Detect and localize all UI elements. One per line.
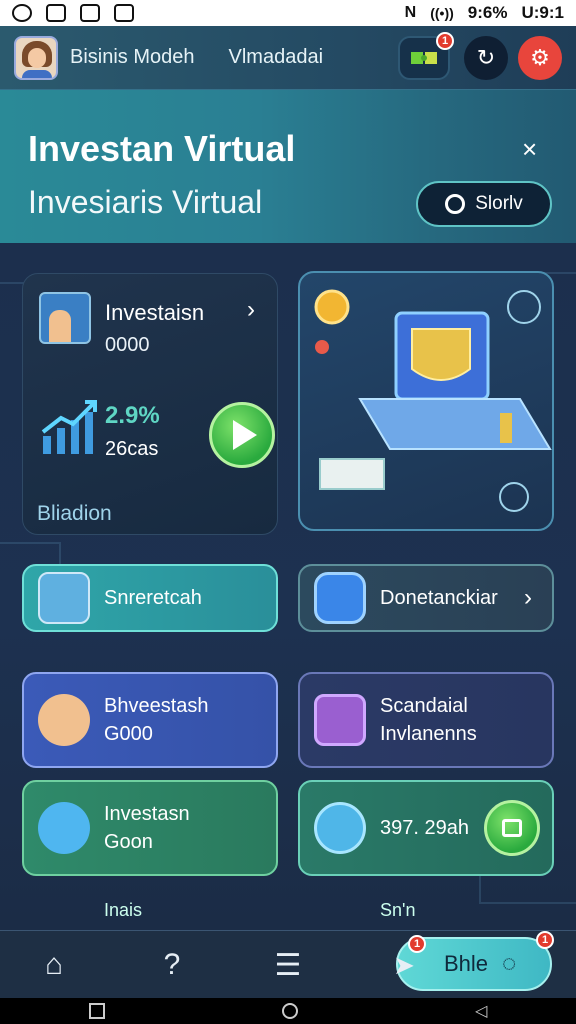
list-item[interactable]: Snreretcah: [22, 564, 278, 632]
list-item[interactable]: 397. 29ah: [298, 780, 554, 876]
sync-icon: [12, 4, 32, 22]
home-circle-icon[interactable]: [281, 1003, 298, 1019]
game-button[interactable]: 1: [398, 32, 454, 80]
play-icon: [233, 420, 257, 450]
book-icon: [38, 572, 90, 624]
row-label: Bhveestash: [104, 695, 209, 717]
home-icon[interactable]: ⌂: [34, 945, 74, 985]
row-label: Scandaial: [380, 695, 468, 717]
row-sublabel: Invlanenns: [380, 723, 477, 745]
header-title: Bisinis Modeh: [70, 46, 195, 68]
growth-chart-icon: [41, 400, 97, 454]
list-item[interactable]: Investasn Goon: [22, 780, 278, 876]
system-nav: ◁: [0, 998, 576, 1024]
chat-icon: ◌: [502, 950, 517, 977]
row-sublabel: G000: [104, 723, 153, 745]
bottom-nav: ⌂ ? ☰ Bhle ◌ 1 ➤ 1: [0, 930, 576, 998]
row-sublabel: Goon: [104, 831, 153, 853]
list-icon[interactable]: ☰: [268, 945, 308, 985]
status-bar: N ((•)) 9:6% U:9:1: [0, 0, 576, 26]
investment-title: Investaisn: [105, 300, 205, 325]
phone-icon: [314, 694, 366, 746]
image-icon: [46, 4, 66, 22]
row-label: Snreretcah: [104, 587, 202, 609]
nfc-icon: N: [404, 4, 417, 21]
globe-icon: [38, 802, 90, 854]
app-header: Bisinis Modeh Vlmadadai 1 ↻ ⚙: [0, 26, 576, 90]
pill-badge: 1: [536, 931, 554, 949]
investment-card[interactable]: Investaisn › 0000 2.9% 26cas Bliadion: [22, 273, 278, 535]
peek-label-left: Inais: [104, 900, 143, 920]
nav-pill-label: Bhle: [444, 951, 489, 976]
row-label: 397. 29ah: [380, 817, 469, 839]
pearl-icon: [314, 802, 366, 854]
investment-percent: 2.9%: [105, 402, 160, 429]
list-item[interactable]: Bhveestash G000: [22, 672, 278, 768]
battery-percent: 9:6%: [467, 3, 508, 22]
investment-value: 0000: [105, 334, 150, 356]
investment-subtext: 26cas: [105, 438, 159, 460]
chevron-right-icon[interactable]: ›: [247, 296, 255, 324]
banner-title: Investan Virtual: [28, 128, 296, 169]
list-item[interactable]: Scandaial Invlanenns: [298, 672, 554, 768]
investor-thumbnail: [39, 292, 91, 344]
settings-button[interactable]: ⚙: [518, 36, 562, 80]
laptop-illustration-card[interactable]: [298, 271, 554, 531]
search-icon: [445, 194, 466, 214]
help-icon[interactable]: ?: [152, 945, 192, 985]
businessman-avatar: [38, 694, 90, 746]
puzzle-icon: [411, 52, 437, 64]
refresh-icon: ↻: [476, 45, 496, 70]
gear-icon: ⚙: [530, 45, 550, 70]
chat-badge: 1: [408, 935, 426, 953]
chevron-right-icon[interactable]: ›: [524, 584, 532, 612]
recent-apps-icon[interactable]: [88, 1003, 105, 1019]
row-label: Investasn: [104, 803, 190, 825]
banner-button-label: Slorlv: [475, 193, 523, 214]
investment-footer: Bliadion: [37, 502, 112, 525]
flashlight-icon: [114, 4, 134, 22]
peek-label-right: Sn'n: [380, 900, 416, 920]
wallet-button[interactable]: [484, 800, 540, 856]
chart-icon: [80, 4, 100, 22]
banner-subtitle: Invesiaris Virtual: [28, 184, 263, 220]
wallet-icon: [502, 819, 522, 837]
game-badge: 1: [436, 32, 454, 50]
close-icon[interactable]: ×: [522, 134, 537, 165]
list-item[interactable]: Donetanckiar ›: [298, 564, 554, 632]
banner-search-button[interactable]: Slorlv: [416, 181, 552, 227]
camera-icon: [314, 572, 366, 624]
header-subtitle: Vlmadadai: [228, 46, 324, 68]
back-icon[interactable]: ◁: [475, 1001, 487, 1021]
wifi-icon: ((•)): [430, 5, 454, 21]
status-time: U:9:1: [521, 3, 564, 22]
avatar[interactable]: [14, 35, 58, 80]
play-button[interactable]: [209, 402, 275, 468]
row-label: Donetanckiar: [380, 587, 498, 609]
laptop-illustration: [314, 289, 552, 512]
refresh-button[interactable]: ↻: [464, 36, 508, 80]
